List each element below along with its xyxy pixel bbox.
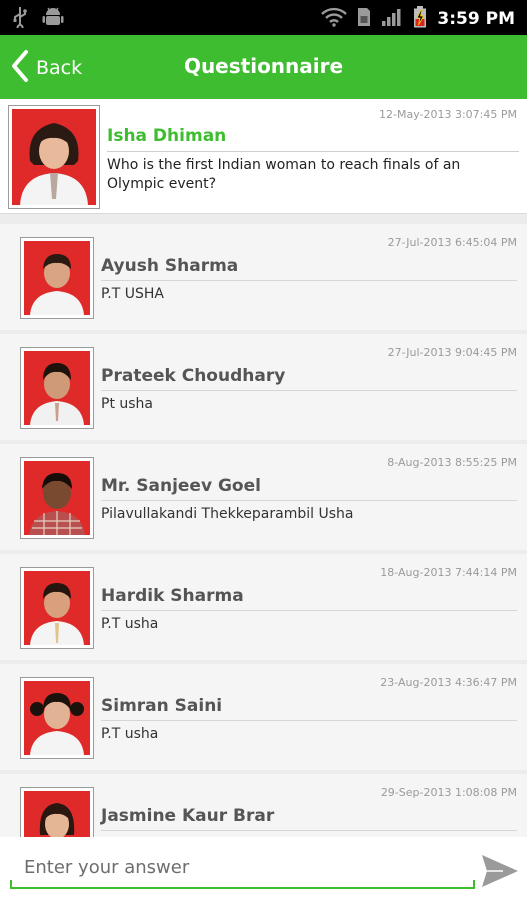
signal-icon [381,7,403,31]
answer-item[interactable]: Mr. Sanjeev Goel 8-Aug-2013 8:55:25 PM P… [0,444,527,550]
answer-item[interactable]: Ayush Sharma 27-Jul-2013 6:45:04 PM P.T … [0,224,527,330]
divider [101,280,517,281]
answer-timestamp: 27-Jul-2013 6:45:04 PM [387,236,517,249]
answer-author-avatar [20,677,94,759]
divider [107,151,519,152]
status-time: 3:59 PM [437,9,515,29]
answer-author-avatar [20,237,94,319]
answer-timestamp: 23-Aug-2013 4:36:47 PM [380,676,517,689]
page-title: Questionnaire [183,54,344,78]
answer-author-name: Mr. Sanjeev Goel [101,476,261,496]
battery-charging-icon [413,6,427,32]
divider [101,390,517,391]
answer-input[interactable] [10,849,475,885]
status-bar: 3:59 PM [0,0,527,35]
answer-author-avatar [20,567,94,649]
answer-text: Pt usha [101,396,154,412]
answer-text: Pilavullakandi Thekkeparambil Usha [101,506,354,522]
answer-text: P.T usha [101,616,159,632]
answer-text: P.T USHA [101,286,164,302]
app-bar: Back Questionnaire [0,35,527,99]
answer-author-name: Ayush Sharma [101,256,239,276]
answer-composer [0,837,527,900]
answer-timestamp: 29-Sep-2013 1:08:08 PM [380,786,517,799]
question-author-avatar [8,105,100,209]
send-icon [481,855,519,892]
answer-item[interactable]: Simran Saini 23-Aug-2013 4:36:47 PM P.T … [0,664,527,770]
answer-author-name: Hardik Sharma [101,586,244,606]
divider [101,500,517,501]
answer-author-name: Prateek Choudhary [101,366,286,386]
answer-author-avatar [20,347,94,429]
wifi-icon [321,7,348,31]
answer-timestamp: 18-Aug-2013 7:44:14 PM [380,566,517,579]
question-text: Who is the first Indian woman to reach f… [107,157,461,192]
divider [101,830,517,831]
send-button[interactable] [481,854,519,888]
sim-icon [357,7,371,31]
divider [101,720,517,721]
usb-icon [12,6,28,32]
answer-text: P.T usha [101,726,159,742]
content-area[interactable]: Isha Dhiman 12-May-2013 3:07:45 PM Who i… [0,99,527,837]
answer-item[interactable]: Prateek Choudhary 27-Jul-2013 9:04:45 PM… [0,334,527,440]
question-card: Isha Dhiman 12-May-2013 3:07:45 PM Who i… [0,99,527,214]
answer-author-avatar [20,787,94,837]
answer-item[interactable]: Jasmine Kaur Brar 29-Sep-2013 1:08:08 PM [0,774,527,837]
answer-item[interactable]: Hardik Sharma 18-Aug-2013 7:44:14 PM P.T… [0,554,527,660]
android-debug-icon [42,6,64,32]
divider [101,610,517,611]
answer-author-avatar [20,457,94,539]
answer-timestamp: 27-Jul-2013 9:04:45 PM [387,346,517,359]
question-timestamp: 12-May-2013 3:07:45 PM [379,108,517,121]
answer-timestamp: 8-Aug-2013 8:55:25 PM [387,456,517,469]
answer-author-name: Jasmine Kaur Brar [101,806,275,826]
answer-author-name: Simran Saini [101,696,223,716]
question-author-name: Isha Dhiman [107,126,227,146]
input-underline [10,880,475,889]
